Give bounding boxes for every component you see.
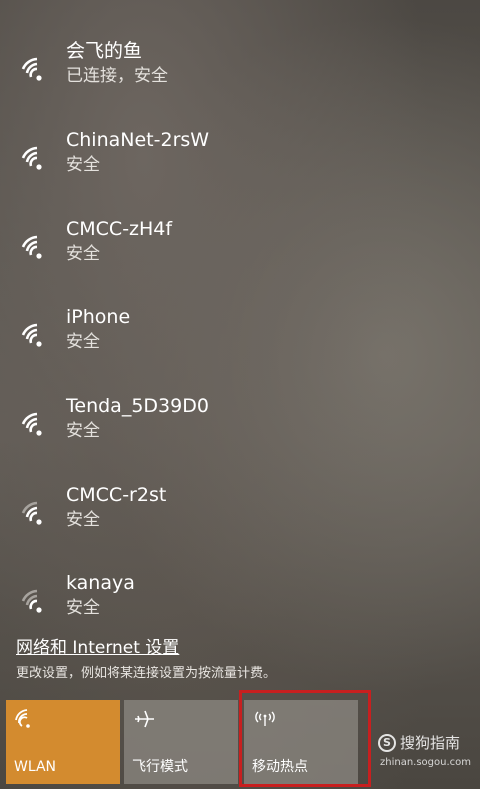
wifi-network-item[interactable]: CMCC-zH4f 安全 <box>0 212 480 294</box>
wifi-signal-icon <box>21 57 42 81</box>
network-ssid: CMCC-zH4f <box>66 218 173 240</box>
network-ssid: CMCC-r2st <box>66 484 167 506</box>
wifi-network-item[interactable]: Tenda_5D39D0 安全 <box>0 389 480 471</box>
airplane-mode-tile[interactable]: 飞行模式 <box>124 700 238 784</box>
watermark-url: zhinan.sogou.com <box>380 757 472 768</box>
network-status: 已连接，安全 <box>66 66 168 86</box>
wifi-signal-icon <box>21 323 42 347</box>
network-ssid: ChinaNet-2rsW <box>66 129 210 151</box>
network-status: 安全 <box>66 244 100 264</box>
network-status: 安全 <box>66 598 100 618</box>
wifi-network-item[interactable]: CMCC-r2st 安全 <box>0 478 480 560</box>
wlan-toggle-tile[interactable]: WLAN <box>6 700 120 784</box>
wifi-signal-weak-icon <box>21 589 42 613</box>
wifi-network-item[interactable]: ChinaNet-2rsW 安全 <box>0 123 480 205</box>
wifi-signal-icon <box>21 235 42 259</box>
network-status: 安全 <box>66 421 100 441</box>
wifi-signal-icon <box>21 412 42 436</box>
wifi-signal-weak-icon <box>21 501 42 525</box>
network-ssid: 会飞的鱼 <box>66 40 143 62</box>
network-status: 安全 <box>66 510 100 530</box>
wifi-network-item[interactable]: iPhone 安全 <box>0 300 480 382</box>
sogou-logo-icon: S <box>378 734 396 752</box>
sogou-watermark: S 搜狗指南 zhinan.sogou.com <box>378 732 478 772</box>
watermark-brand: 搜狗指南 <box>400 734 461 752</box>
wifi-icon <box>15 709 30 728</box>
airplane-icon <box>135 710 154 728</box>
airplane-tile-label: 飞行模式 <box>132 759 188 775</box>
network-settings-link[interactable]: 网络和 Internet 设置 <box>16 636 179 660</box>
highlight-box <box>239 690 371 787</box>
network-settings-description: 更改设置，例如将某连接设置为按流量计费。 <box>16 666 277 681</box>
network-ssid: iPhone <box>66 306 131 328</box>
network-status: 安全 <box>66 155 100 175</box>
network-status: 安全 <box>66 332 100 352</box>
wifi-signal-icon <box>21 146 42 170</box>
wlan-tile-label: WLAN <box>14 759 57 775</box>
network-ssid: kanaya <box>66 572 135 594</box>
wifi-network-item[interactable]: 会飞的鱼 已连接，安全 <box>0 34 480 116</box>
network-ssid: Tenda_5D39D0 <box>66 395 209 417</box>
